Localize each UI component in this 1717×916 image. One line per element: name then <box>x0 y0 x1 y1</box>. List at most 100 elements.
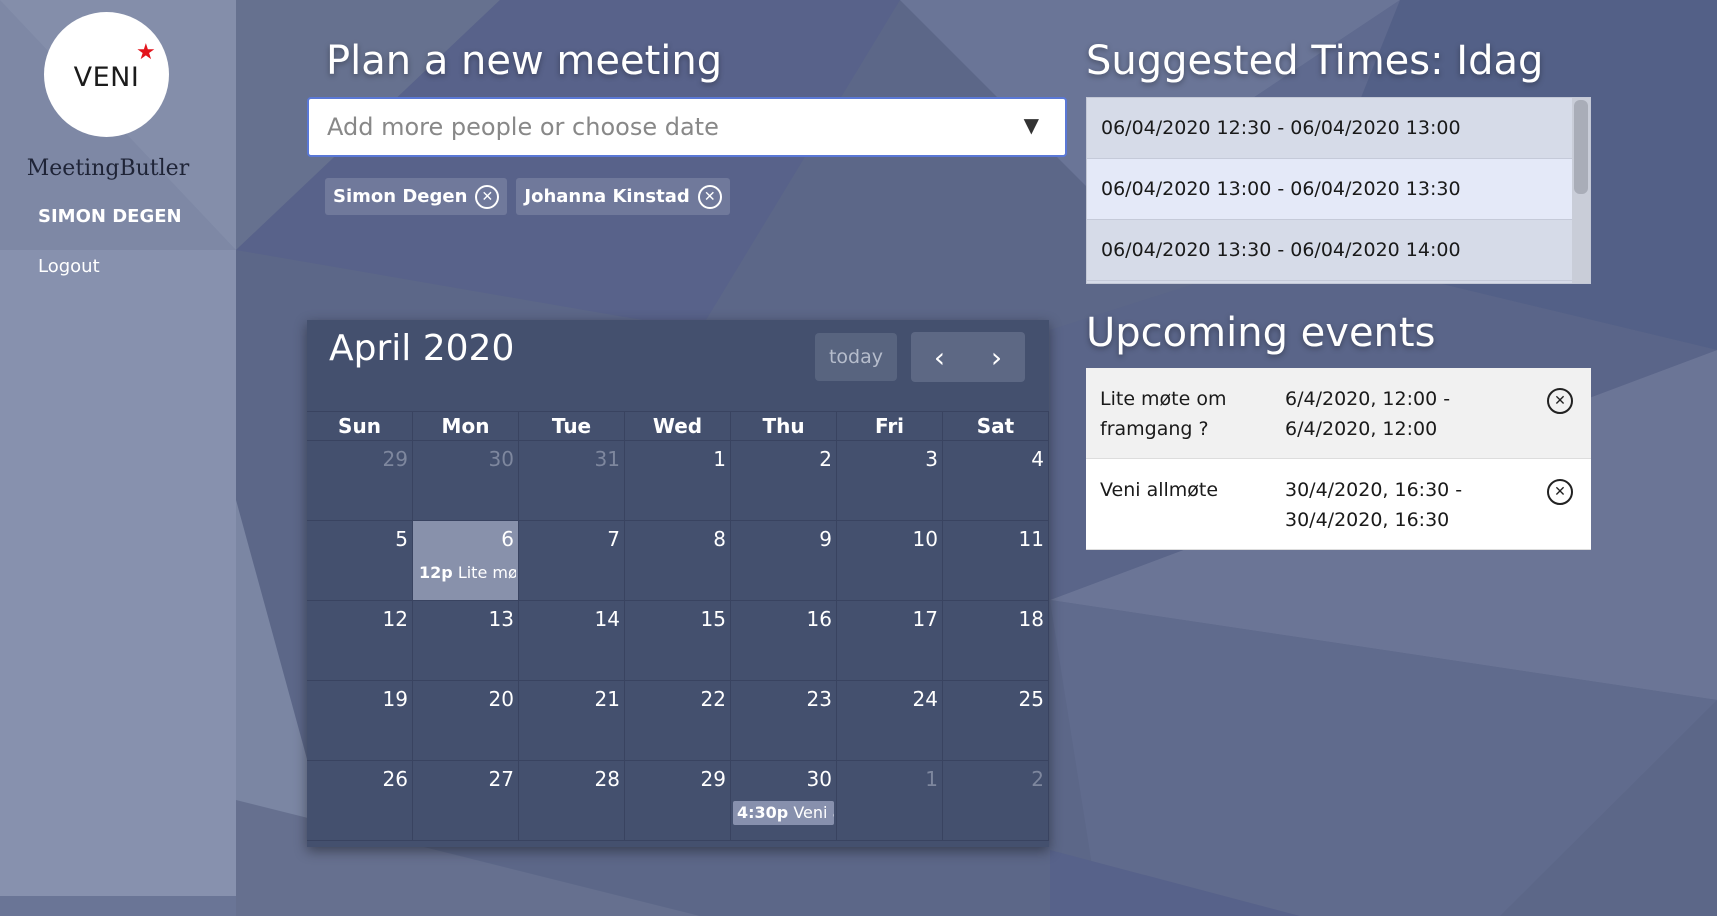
upcoming-title: Upcoming events <box>1086 310 1436 356</box>
day-cell[interactable]: 16 <box>731 601 837 680</box>
day-cell[interactable]: 10 <box>837 521 943 600</box>
day-cell[interactable]: 22 <box>625 681 731 760</box>
chevron-left-icon: ‹ <box>933 340 946 374</box>
day-cell-today[interactable]: 6 12p Lite mø <box>413 521 519 600</box>
day-cell[interactable]: 2 <box>731 441 837 520</box>
day-number: 23 <box>806 687 832 711</box>
day-number: 30 <box>806 767 832 791</box>
scrollbar-thumb[interactable] <box>1574 100 1588 194</box>
day-number: 7 <box>607 527 620 551</box>
weekday-label: Mon <box>413 412 519 440</box>
day-cell[interactable]: 15 <box>625 601 731 680</box>
day-cell[interactable]: 11 <box>943 521 1049 600</box>
suggested-time-item[interactable]: 06/04/2020 13:30 - 06/04/2020 14:00 <box>1087 220 1590 281</box>
day-cell[interactable]: 8 <box>625 521 731 600</box>
day-cell[interactable]: 28 <box>519 761 625 840</box>
calendar-event[interactable]: 4:30p Veni a <box>733 801 834 825</box>
people-date-combobox[interactable]: ▼ <box>307 97 1067 157</box>
week-row: 26 27 28 29 30 4:30p Veni a 1 2 <box>307 761 1049 841</box>
day-cell[interactable]: 2 <box>943 761 1049 840</box>
event-title-label: Veni a <box>793 803 834 822</box>
day-cell[interactable]: 3 <box>837 441 943 520</box>
week-row: 19 20 21 22 23 24 25 <box>307 681 1049 761</box>
day-cell[interactable]: 24 <box>837 681 943 760</box>
day-cell[interactable]: 1 <box>625 441 731 520</box>
day-cell[interactable]: 1 <box>837 761 943 840</box>
day-number: 17 <box>912 607 938 631</box>
calendar: April 2020 today ‹ › Sun Mon Tue Wed Thu… <box>307 320 1049 847</box>
week-row: 5 6 12p Lite mø 7 8 9 10 11 <box>307 521 1049 601</box>
suggested-times-list: 06/04/2020 12:30 - 06/04/2020 13:00 06/0… <box>1086 97 1591 284</box>
day-number: 9 <box>819 527 832 551</box>
event-item: Lite møte om framgang ? 6/4/2020, 12:00 … <box>1086 368 1591 459</box>
day-cell[interactable]: 26 <box>307 761 413 840</box>
day-number: 30 <box>488 447 514 471</box>
day-cell[interactable]: 30 <box>413 441 519 520</box>
veni-logo[interactable]: VENI ★ <box>44 12 169 137</box>
day-cell[interactable]: 29 <box>307 441 413 520</box>
delete-event-icon[interactable]: ✕ <box>1547 479 1573 505</box>
people-date-input[interactable] <box>327 99 987 155</box>
today-button[interactable]: today <box>815 333 897 381</box>
event-time: 30/4/2020, 16:30 - 30/4/2020, 16:30 <box>1285 479 1463 531</box>
participant-name: Johanna Kinstad <box>524 186 690 207</box>
day-cell[interactable]: 20 <box>413 681 519 760</box>
day-number: 25 <box>1018 687 1044 711</box>
prev-month-button[interactable]: ‹ <box>911 332 968 382</box>
day-cell[interactable]: 30 4:30p Veni a <box>731 761 837 840</box>
day-cell[interactable]: 23 <box>731 681 837 760</box>
event-title-label: Lite mø <box>457 563 516 582</box>
day-cell[interactable]: 9 <box>731 521 837 600</box>
weekday-label: Wed <box>625 412 731 440</box>
day-number: 10 <box>912 527 938 551</box>
logout-link[interactable]: Logout <box>38 256 100 277</box>
event-item: Veni allmøte 30/4/2020, 16:30 - 30/4/202… <box>1086 459 1591 550</box>
day-number: 21 <box>594 687 620 711</box>
day-cell[interactable]: 27 <box>413 761 519 840</box>
day-number: 29 <box>700 767 726 791</box>
scrollbar[interactable] <box>1572 98 1590 283</box>
day-number: 26 <box>382 767 408 791</box>
day-cell[interactable]: 12 <box>307 601 413 680</box>
day-cell[interactable]: 4 <box>943 441 1049 520</box>
suggested-time-item[interactable]: 06/04/2020 13:00 - 06/04/2020 13:30 <box>1087 159 1590 220</box>
dropdown-caret-icon[interactable]: ▼ <box>1024 113 1039 137</box>
event-time-label: 4:30p <box>737 803 789 822</box>
day-number: 5 <box>395 527 408 551</box>
day-number: 2 <box>819 447 832 471</box>
delete-event-icon[interactable]: ✕ <box>1547 388 1573 414</box>
chevron-right-icon: › <box>990 340 1003 374</box>
suggested-time-item[interactable]: 06/04/2020 12:30 - 06/04/2020 13:00 <box>1087 98 1590 159</box>
calendar-event[interactable]: 12p Lite mø <box>415 561 516 585</box>
day-cell[interactable]: 19 <box>307 681 413 760</box>
day-number: 11 <box>1018 527 1044 551</box>
user-name: SIMON DEGEN <box>38 206 182 227</box>
day-cell[interactable]: 17 <box>837 601 943 680</box>
day-number: 18 <box>1018 607 1044 631</box>
remove-participant-icon[interactable]: ✕ <box>475 184 500 209</box>
day-cell[interactable]: 13 <box>413 601 519 680</box>
day-number: 16 <box>806 607 832 631</box>
next-month-button[interactable]: › <box>968 332 1025 382</box>
day-cell[interactable]: 29 <box>625 761 731 840</box>
upcoming-events-list: Lite møte om framgang ? 6/4/2020, 12:00 … <box>1086 368 1591 550</box>
weekday-label: Sun <box>307 412 413 440</box>
star-icon: ★ <box>136 40 156 65</box>
day-cell[interactable]: 5 <box>307 521 413 600</box>
day-cell[interactable]: 18 <box>943 601 1049 680</box>
suggested-title: Suggested Times: Idag <box>1086 38 1544 84</box>
day-number: 6 <box>501 527 514 551</box>
day-cell[interactable]: 25 <box>943 681 1049 760</box>
remove-participant-icon[interactable]: ✕ <box>697 184 722 209</box>
day-cell[interactable]: 21 <box>519 681 625 760</box>
event-time-label: 12p <box>419 563 453 582</box>
day-number: 31 <box>594 447 620 471</box>
day-number: 8 <box>713 527 726 551</box>
day-number: 19 <box>382 687 408 711</box>
day-number: 1 <box>713 447 726 471</box>
day-cell[interactable]: 7 <box>519 521 625 600</box>
weekday-header: Sun Mon Tue Wed Thu Fri Sat <box>307 411 1049 441</box>
day-cell[interactable]: 31 <box>519 441 625 520</box>
participant-chip: Johanna Kinstad ✕ <box>516 178 730 215</box>
day-cell[interactable]: 14 <box>519 601 625 680</box>
